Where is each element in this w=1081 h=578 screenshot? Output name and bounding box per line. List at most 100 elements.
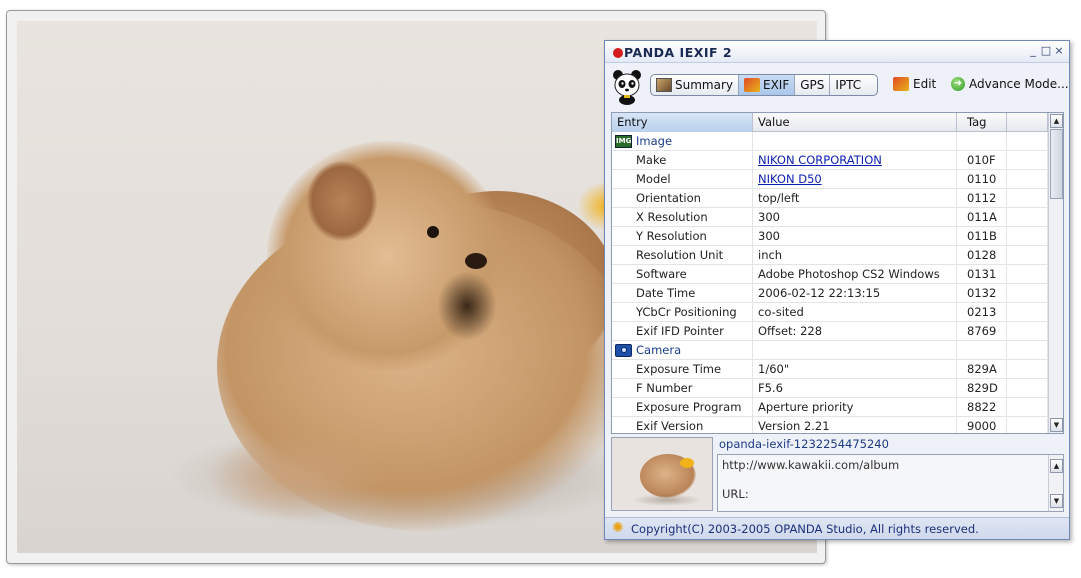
title-bar: PANDA IEXIF 2 _ □ × xyxy=(605,41,1069,63)
table-row[interactable]: Orientation top/left 0112 xyxy=(612,189,1048,208)
table-scrollbar[interactable]: ▲ ▼ xyxy=(1048,113,1063,433)
table-row[interactable]: Y Resolution 300 011B xyxy=(612,227,1048,246)
tag-cell: 0110 xyxy=(957,170,1007,188)
table-row[interactable]: X Resolution 300 011A xyxy=(612,208,1048,227)
value-cell: 2006-02-12 22:13:15 xyxy=(753,284,957,302)
image-icon: IMG xyxy=(615,134,632,148)
table-cell xyxy=(957,341,1007,359)
scroll-up-icon[interactable]: ▲ xyxy=(1050,114,1063,128)
table-cell xyxy=(1007,417,1048,433)
tab-gps[interactable]: GPS xyxy=(795,75,831,95)
tag-cell: 8822 xyxy=(957,398,1007,416)
tab-summary-label: Summary xyxy=(675,78,733,92)
maximize-button[interactable]: □ xyxy=(1040,44,1052,57)
tab-exif-label: EXIF xyxy=(763,78,790,92)
tab-exif[interactable]: EXIF xyxy=(739,75,796,95)
table-cell xyxy=(1007,189,1048,207)
tab-bar: Summary EXIF GPS IPTC xyxy=(650,74,878,96)
column-header-tag[interactable]: Tag xyxy=(957,113,1007,132)
table-row[interactable]: Software Adobe Photoshop CS2 Windows 013… xyxy=(612,265,1048,284)
tag-cell: 011A xyxy=(957,208,1007,226)
table-row[interactable]: Resolution Unit inch 0128 xyxy=(612,246,1048,265)
tag-cell: 0131 xyxy=(957,265,1007,283)
table-body: IMG Image Make NIKON CORPORATION 010F Mo… xyxy=(612,132,1048,433)
exif-icon xyxy=(744,78,760,92)
group-cell-image: IMG Image xyxy=(612,132,753,150)
entry-cell: Orientation xyxy=(612,189,753,207)
close-button[interactable]: × xyxy=(1053,44,1065,57)
table-cell xyxy=(1007,360,1048,378)
scroll-down-icon[interactable]: ▼ xyxy=(1050,418,1063,432)
summary-icon xyxy=(656,78,672,92)
file-name: opanda-iexif-1232254475240 xyxy=(719,437,889,451)
group-row-camera[interactable]: Camera xyxy=(612,341,1048,360)
camera-icon xyxy=(615,343,632,357)
table-cell xyxy=(1007,227,1048,245)
column-header-extra xyxy=(1007,113,1048,132)
value-cell: top/left xyxy=(753,189,957,207)
exif-viewer-window: PANDA IEXIF 2 _ □ × Summary EXIF GPS IPT… xyxy=(604,40,1070,540)
minimize-button[interactable]: _ xyxy=(1027,44,1039,57)
table-cell xyxy=(753,132,957,150)
tag-cell: 0132 xyxy=(957,284,1007,302)
entry-cell: Exposure Time xyxy=(612,360,753,378)
tab-iptc-label: IPTC xyxy=(835,78,862,92)
group-label-camera: Camera xyxy=(636,343,682,357)
model-link[interactable]: NIKON D50 xyxy=(758,172,822,186)
entry-cell: YCbCr Positioning xyxy=(612,303,753,321)
table-row[interactable]: Exposure Time 1/60" 829A xyxy=(612,360,1048,379)
table-cell xyxy=(957,132,1007,150)
table-row[interactable]: Date Time 2006-02-12 22:13:15 0132 xyxy=(612,284,1048,303)
edit-button-label: Edit xyxy=(913,77,937,91)
scroll-up-icon[interactable]: ▲ xyxy=(1050,459,1063,473)
arrow-right-icon: ➜ xyxy=(951,77,965,91)
table-cell xyxy=(753,341,957,359)
tag-cell: 0128 xyxy=(957,246,1007,264)
table-row[interactable]: Exif IFD Pointer Offset: 228 8769 xyxy=(612,322,1048,341)
table-cell xyxy=(1007,132,1048,150)
value-cell: 300 xyxy=(753,227,957,245)
entry-cell: Exposure Program xyxy=(612,398,753,416)
tab-iptc[interactable]: IPTC xyxy=(830,75,866,95)
tab-gps-label: GPS xyxy=(800,78,825,92)
panda-logo-icon xyxy=(613,70,641,105)
column-header-entry[interactable]: Entry xyxy=(612,113,753,132)
entry-cell: Make xyxy=(612,151,753,169)
value-cell: Adobe Photoshop CS2 Windows xyxy=(753,265,957,283)
table-row[interactable]: Model NIKON D50 0110 xyxy=(612,170,1048,189)
value-cell: 1/60" xyxy=(753,360,957,378)
table-row[interactable]: YCbCr Positioning co-sited 0213 xyxy=(612,303,1048,322)
value-cell: Aperture priority xyxy=(753,398,957,416)
make-link[interactable]: NIKON CORPORATION xyxy=(758,153,882,167)
sun-icon: ✺ xyxy=(612,520,624,536)
value-cell: 300 xyxy=(753,208,957,226)
entry-cell: Y Resolution xyxy=(612,227,753,245)
scroll-down-icon[interactable]: ▼ xyxy=(1050,494,1063,508)
group-row-image[interactable]: IMG Image xyxy=(612,132,1048,151)
table-cell xyxy=(1007,379,1048,397)
edit-button[interactable]: Edit xyxy=(893,77,936,91)
entry-cell: Exif IFD Pointer xyxy=(612,322,753,340)
table-row[interactable]: Exif Version Version 2.21 9000 xyxy=(612,417,1048,433)
tab-summary[interactable]: Summary xyxy=(651,75,739,95)
table-row[interactable]: F Number F5.6 829D xyxy=(612,379,1048,398)
column-header-value[interactable]: Value xyxy=(753,113,957,132)
tag-cell: 8769 xyxy=(957,322,1007,340)
comment-scrollbar[interactable]: ▲ ▼ xyxy=(1048,455,1063,511)
exif-table: Entry Value Tag IMG Image Make NIKON COR… xyxy=(611,112,1064,434)
value-cell: NIKON D50 xyxy=(753,170,957,188)
scroll-thumb[interactable] xyxy=(1050,129,1063,199)
table-cell xyxy=(1007,398,1048,416)
tag-cell: 829A xyxy=(957,360,1007,378)
table-row[interactable]: Make NIKON CORPORATION 010F xyxy=(612,151,1048,170)
table-row[interactable]: Exposure Program Aperture priority 8822 xyxy=(612,398,1048,417)
advance-mode-button[interactable]: ➜ Advance Mode... xyxy=(951,77,1069,91)
comment-textbox[interactable]: http://www.kawakii.com/album URL: ▲ ▼ xyxy=(717,454,1064,512)
value-cell: Offset: 228 xyxy=(753,322,957,340)
entry-cell: X Resolution xyxy=(612,208,753,226)
table-cell xyxy=(1007,265,1048,283)
tag-cell: 9000 xyxy=(957,417,1007,433)
edit-icon xyxy=(893,77,909,91)
toolbar: Summary EXIF GPS IPTC Edit ➜ Advance Mod… xyxy=(605,64,1069,108)
status-bar: ✺ Copyright(C) 2003-2005 OPANDA Studio, … xyxy=(605,517,1069,539)
